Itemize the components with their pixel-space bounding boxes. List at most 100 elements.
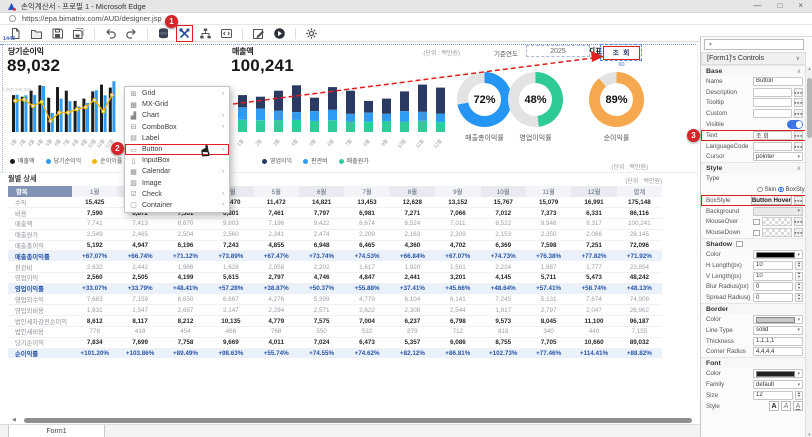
section-header-shadow[interactable]: Shadow: [701, 238, 806, 249]
chevron-up-icon[interactable]: ∧: [797, 68, 801, 75]
save-all-icon[interactable]: [71, 26, 86, 41]
font-italic-button[interactable]: A: [781, 401, 791, 411]
radio-skin[interactable]: Skin: [757, 187, 776, 193]
number-input[interactable]: 10: [753, 261, 793, 270]
edit-icon[interactable]: [251, 26, 266, 41]
number-input[interactable]: 12: [753, 391, 793, 400]
horizontal-scrollbar-thumb[interactable]: [24, 418, 692, 423]
select-dropdown[interactable]: default▾: [753, 380, 803, 389]
color-picker[interactable]: ▾: [753, 369, 803, 378]
number-input[interactable]: 0: [753, 293, 793, 302]
text-input[interactable]: 1,1,1,1: [753, 337, 803, 346]
text-input[interactable]: [753, 142, 792, 151]
shadow-checkbox[interactable]: [736, 241, 743, 248]
save-icon[interactable]: [50, 26, 65, 41]
text-input[interactable]: 4,4,4,4: [753, 347, 803, 356]
color-picker[interactable]: ▾: [753, 315, 803, 324]
menu-item-combobox[interactable]: ⊟ComboBox›: [125, 122, 229, 133]
maximize-button[interactable]: □: [777, 2, 782, 10]
section-header-border[interactable]: Border: [701, 303, 806, 314]
menu-item-image[interactable]: ▨Image: [125, 178, 229, 189]
run-icon[interactable]: [272, 26, 287, 41]
number-input[interactable]: 10: [753, 272, 793, 281]
redo-icon[interactable]: [124, 26, 139, 41]
spinner-buttons[interactable]: ▲▼: [795, 282, 803, 291]
ellipsis-button[interactable]: ●●●: [794, 228, 803, 237]
ellipsis-button[interactable]: ●●●: [794, 131, 803, 140]
cell: 4,276: [254, 294, 299, 305]
select-dropdown[interactable]: pointer▾: [753, 152, 803, 161]
menu-item-check[interactable]: ☑Check›: [125, 189, 229, 200]
inputbox-icon: ▯: [129, 157, 138, 165]
scroll-down-icon[interactable]: ▼: [806, 432, 812, 437]
close-button[interactable]: ×: [798, 2, 803, 10]
cell: +48.13%: [617, 283, 662, 294]
search-button[interactable]: 조 회: [604, 47, 639, 60]
menu-item-calendar[interactable]: ▦Calendar›: [125, 166, 229, 177]
settings-icon[interactable]: [304, 26, 319, 41]
controls-panel-header[interactable]: [Form1]'s Controls ∨: [701, 52, 806, 65]
hierarchy-icon[interactable]: [198, 26, 213, 41]
menu-item-label[interactable]: ▤Label: [125, 133, 229, 144]
text-input[interactable]: 조 회: [753, 131, 792, 140]
ellipsis-button[interactable]: ●●●: [794, 217, 803, 226]
ellipsis-button[interactable]: ●●●: [794, 109, 803, 118]
base-year-combobox[interactable]: 2025: [526, 45, 590, 57]
menu-item-grid[interactable]: ⊞Grid›: [125, 88, 229, 99]
insert-controls-icon[interactable]: 1: [177, 26, 192, 41]
number-input[interactable]: 0: [753, 282, 793, 291]
color-picker[interactable]: ▾: [753, 250, 803, 259]
checkbox[interactable]: [753, 230, 760, 237]
tab-form1[interactable]: Form1: [8, 425, 105, 437]
color-swatch[interactable]: [762, 228, 793, 237]
minimize-button[interactable]: —: [753, 2, 761, 10]
checkbox[interactable]: [753, 219, 760, 226]
stack-판관비: [328, 110, 337, 121]
font-bold-button[interactable]: A: [769, 401, 779, 411]
spinner-buttons[interactable]: ▲▼: [795, 261, 803, 270]
menu-item-button[interactable]: ▭Button›2: [125, 144, 229, 155]
text-input[interactable]: [753, 109, 792, 118]
page-info-icon[interactable]: [9, 15, 16, 22]
text-input[interactable]: Button: [753, 77, 803, 86]
controls-filter-input[interactable]: ▼: [704, 39, 804, 50]
section-header-style[interactable]: Style∧: [701, 162, 806, 173]
code-icon[interactable]: [219, 26, 234, 41]
panel-scrollbar-thumb[interactable]: [807, 78, 812, 138]
select-dropdown[interactable]: ▾: [753, 207, 803, 216]
cell: 8,522: [481, 219, 526, 230]
stack-매출원가: [364, 122, 373, 132]
boxstyle-button[interactable]: Button Hover: [751, 195, 792, 205]
undo-icon[interactable]: [103, 26, 118, 41]
ellipsis-button[interactable]: ●●●: [794, 196, 803, 205]
spinner-buttons[interactable]: ▲▼: [795, 293, 803, 302]
control: 0▲▼: [753, 282, 803, 291]
select-dropdown[interactable]: solid▾: [753, 326, 803, 335]
ellipsis-button[interactable]: ●●●: [794, 142, 803, 151]
spinner-buttons[interactable]: ▲▼: [795, 272, 803, 281]
section-header-font[interactable]: Font: [701, 357, 806, 368]
open-folder-icon[interactable]: [29, 26, 44, 41]
menu-item-inputbox[interactable]: ▯InputBox: [125, 155, 229, 166]
cell: 1,501: [435, 262, 480, 273]
font-underline-button[interactable]: A: [793, 401, 803, 411]
menu-item-container[interactable]: ▢Container›: [125, 200, 229, 211]
section-header-base[interactable]: Base∧: [701, 65, 806, 76]
ellipsis-button[interactable]: ●●●: [794, 88, 803, 97]
chevron-up-icon[interactable]: ∧: [797, 165, 801, 172]
data-layers-icon[interactable]: [156, 26, 171, 41]
scroll-up-icon[interactable]: ▲: [806, 66, 812, 71]
menu-item-mx-grid[interactable]: ▩MX-Grid: [125, 99, 229, 110]
menu-item-chart[interactable]: ▟Chart›: [125, 110, 229, 121]
address-bar[interactable]: https://epa.bimatrix.com/AUD/designer.js…: [0, 13, 812, 25]
text-input[interactable]: [753, 88, 792, 97]
spinner-buttons[interactable]: ▲▼: [795, 391, 803, 400]
text-input[interactable]: [753, 98, 792, 107]
cell: 5,615: [208, 273, 253, 284]
panel-scrollbar[interactable]: ▲ ▼: [805, 66, 812, 437]
visible-toggle[interactable]: [787, 120, 803, 129]
scroll-left-icon[interactable]: ◀: [12, 417, 16, 423]
ellipsis-button[interactable]: ●●●: [794, 98, 803, 107]
color-swatch[interactable]: [762, 217, 793, 226]
horizontal-scrollbar[interactable]: ◀: [12, 417, 698, 423]
